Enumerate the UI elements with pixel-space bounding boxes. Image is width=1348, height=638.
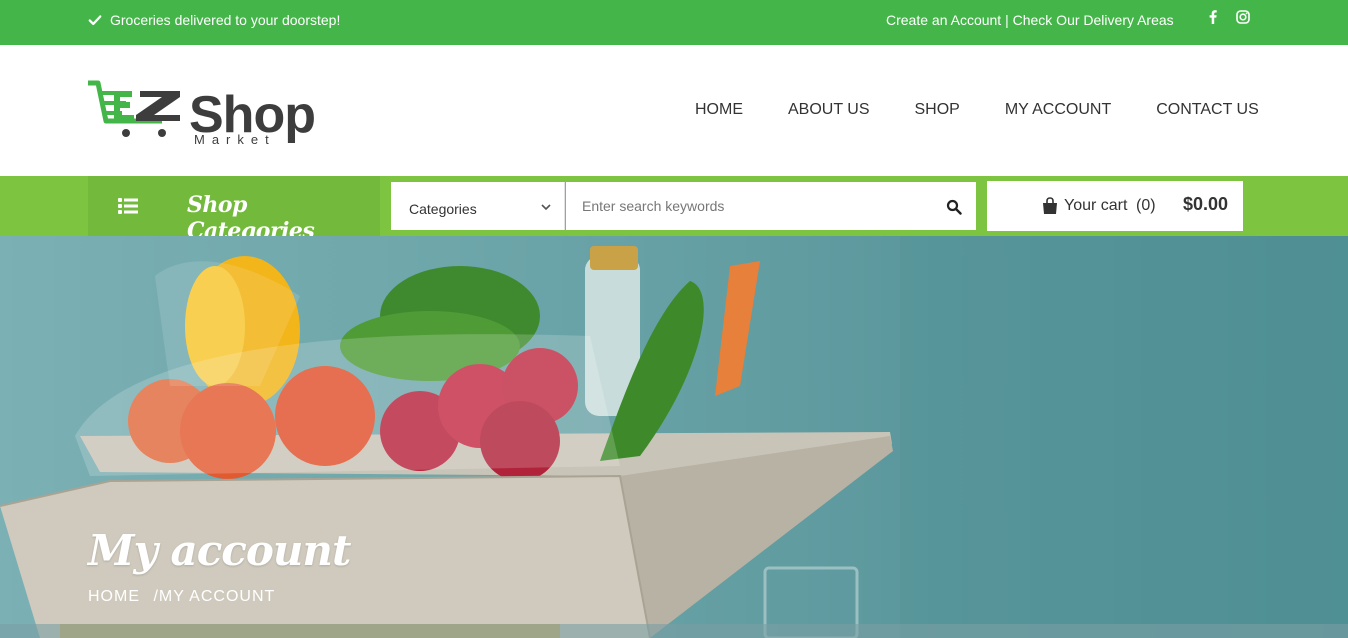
logo-subtitle: Market: [194, 132, 276, 147]
cart-label: Your cart: [1064, 197, 1128, 214]
promo-text: Groceries delivered to your doorstep!: [110, 12, 341, 28]
shop-categories-button[interactable]: Shop Categories: [88, 176, 380, 244]
cart-summary[interactable]: Your cart (0) $0.00: [987, 181, 1243, 231]
create-account-link[interactable]: Create an Account: [886, 12, 1001, 28]
delivery-areas-link[interactable]: Check Our Delivery Areas: [1013, 12, 1174, 28]
nav-home[interactable]: HOME: [695, 101, 743, 119]
nav-shop[interactable]: SHOP: [915, 101, 960, 119]
nav-my-account[interactable]: MY ACCOUNT: [1005, 101, 1111, 119]
site-header: Shop Market HOME ABOUT US SHOP MY ACCOUN…: [0, 45, 1348, 176]
site-logo[interactable]: Shop Market: [86, 77, 336, 157]
nav-contact-us[interactable]: CONTACT US: [1156, 101, 1259, 119]
breadcrumb: HOME /MY ACCOUNT: [88, 588, 275, 606]
cart-total: $0.00: [1183, 194, 1229, 214]
social-links: [1205, 9, 1251, 25]
cart-logo-icon: [88, 80, 180, 137]
category-select-value: Categories: [409, 201, 477, 217]
page-hero-banner: My account HOME /MY ACCOUNT: [0, 236, 1348, 638]
category-select[interactable]: Categories: [391, 182, 565, 230]
account-links: Create an Account | Check Our Delivery A…: [886, 12, 1174, 28]
groceries-box-illustration: [0, 236, 1348, 638]
promo-message: Groceries delivered to your doorstep!: [88, 12, 340, 28]
hero-bottom-strip: [0, 624, 1348, 638]
check-icon: [88, 15, 102, 26]
chevron-down-icon: [541, 204, 551, 211]
page-title: My account: [88, 526, 351, 575]
top-bar: Groceries delivered to your doorstep! Cr…: [0, 0, 1348, 45]
breadcrumb-current: MY ACCOUNT: [158, 588, 276, 605]
nav-about-us[interactable]: ABOUT US: [788, 101, 870, 119]
facebook-icon[interactable]: [1205, 9, 1221, 25]
cart-count: (0): [1136, 197, 1156, 214]
search-icon[interactable]: [946, 199, 962, 215]
list-icon: [118, 198, 138, 214]
breadcrumb-home[interactable]: HOME: [88, 588, 140, 605]
search-input[interactable]: [566, 182, 976, 230]
instagram-icon[interactable]: [1235, 9, 1251, 25]
shopping-bag-icon: [1043, 197, 1057, 214]
link-separator: |: [1001, 12, 1013, 28]
main-nav: HOME ABOUT US SHOP MY ACCOUNT CONTACT US: [695, 101, 1259, 119]
